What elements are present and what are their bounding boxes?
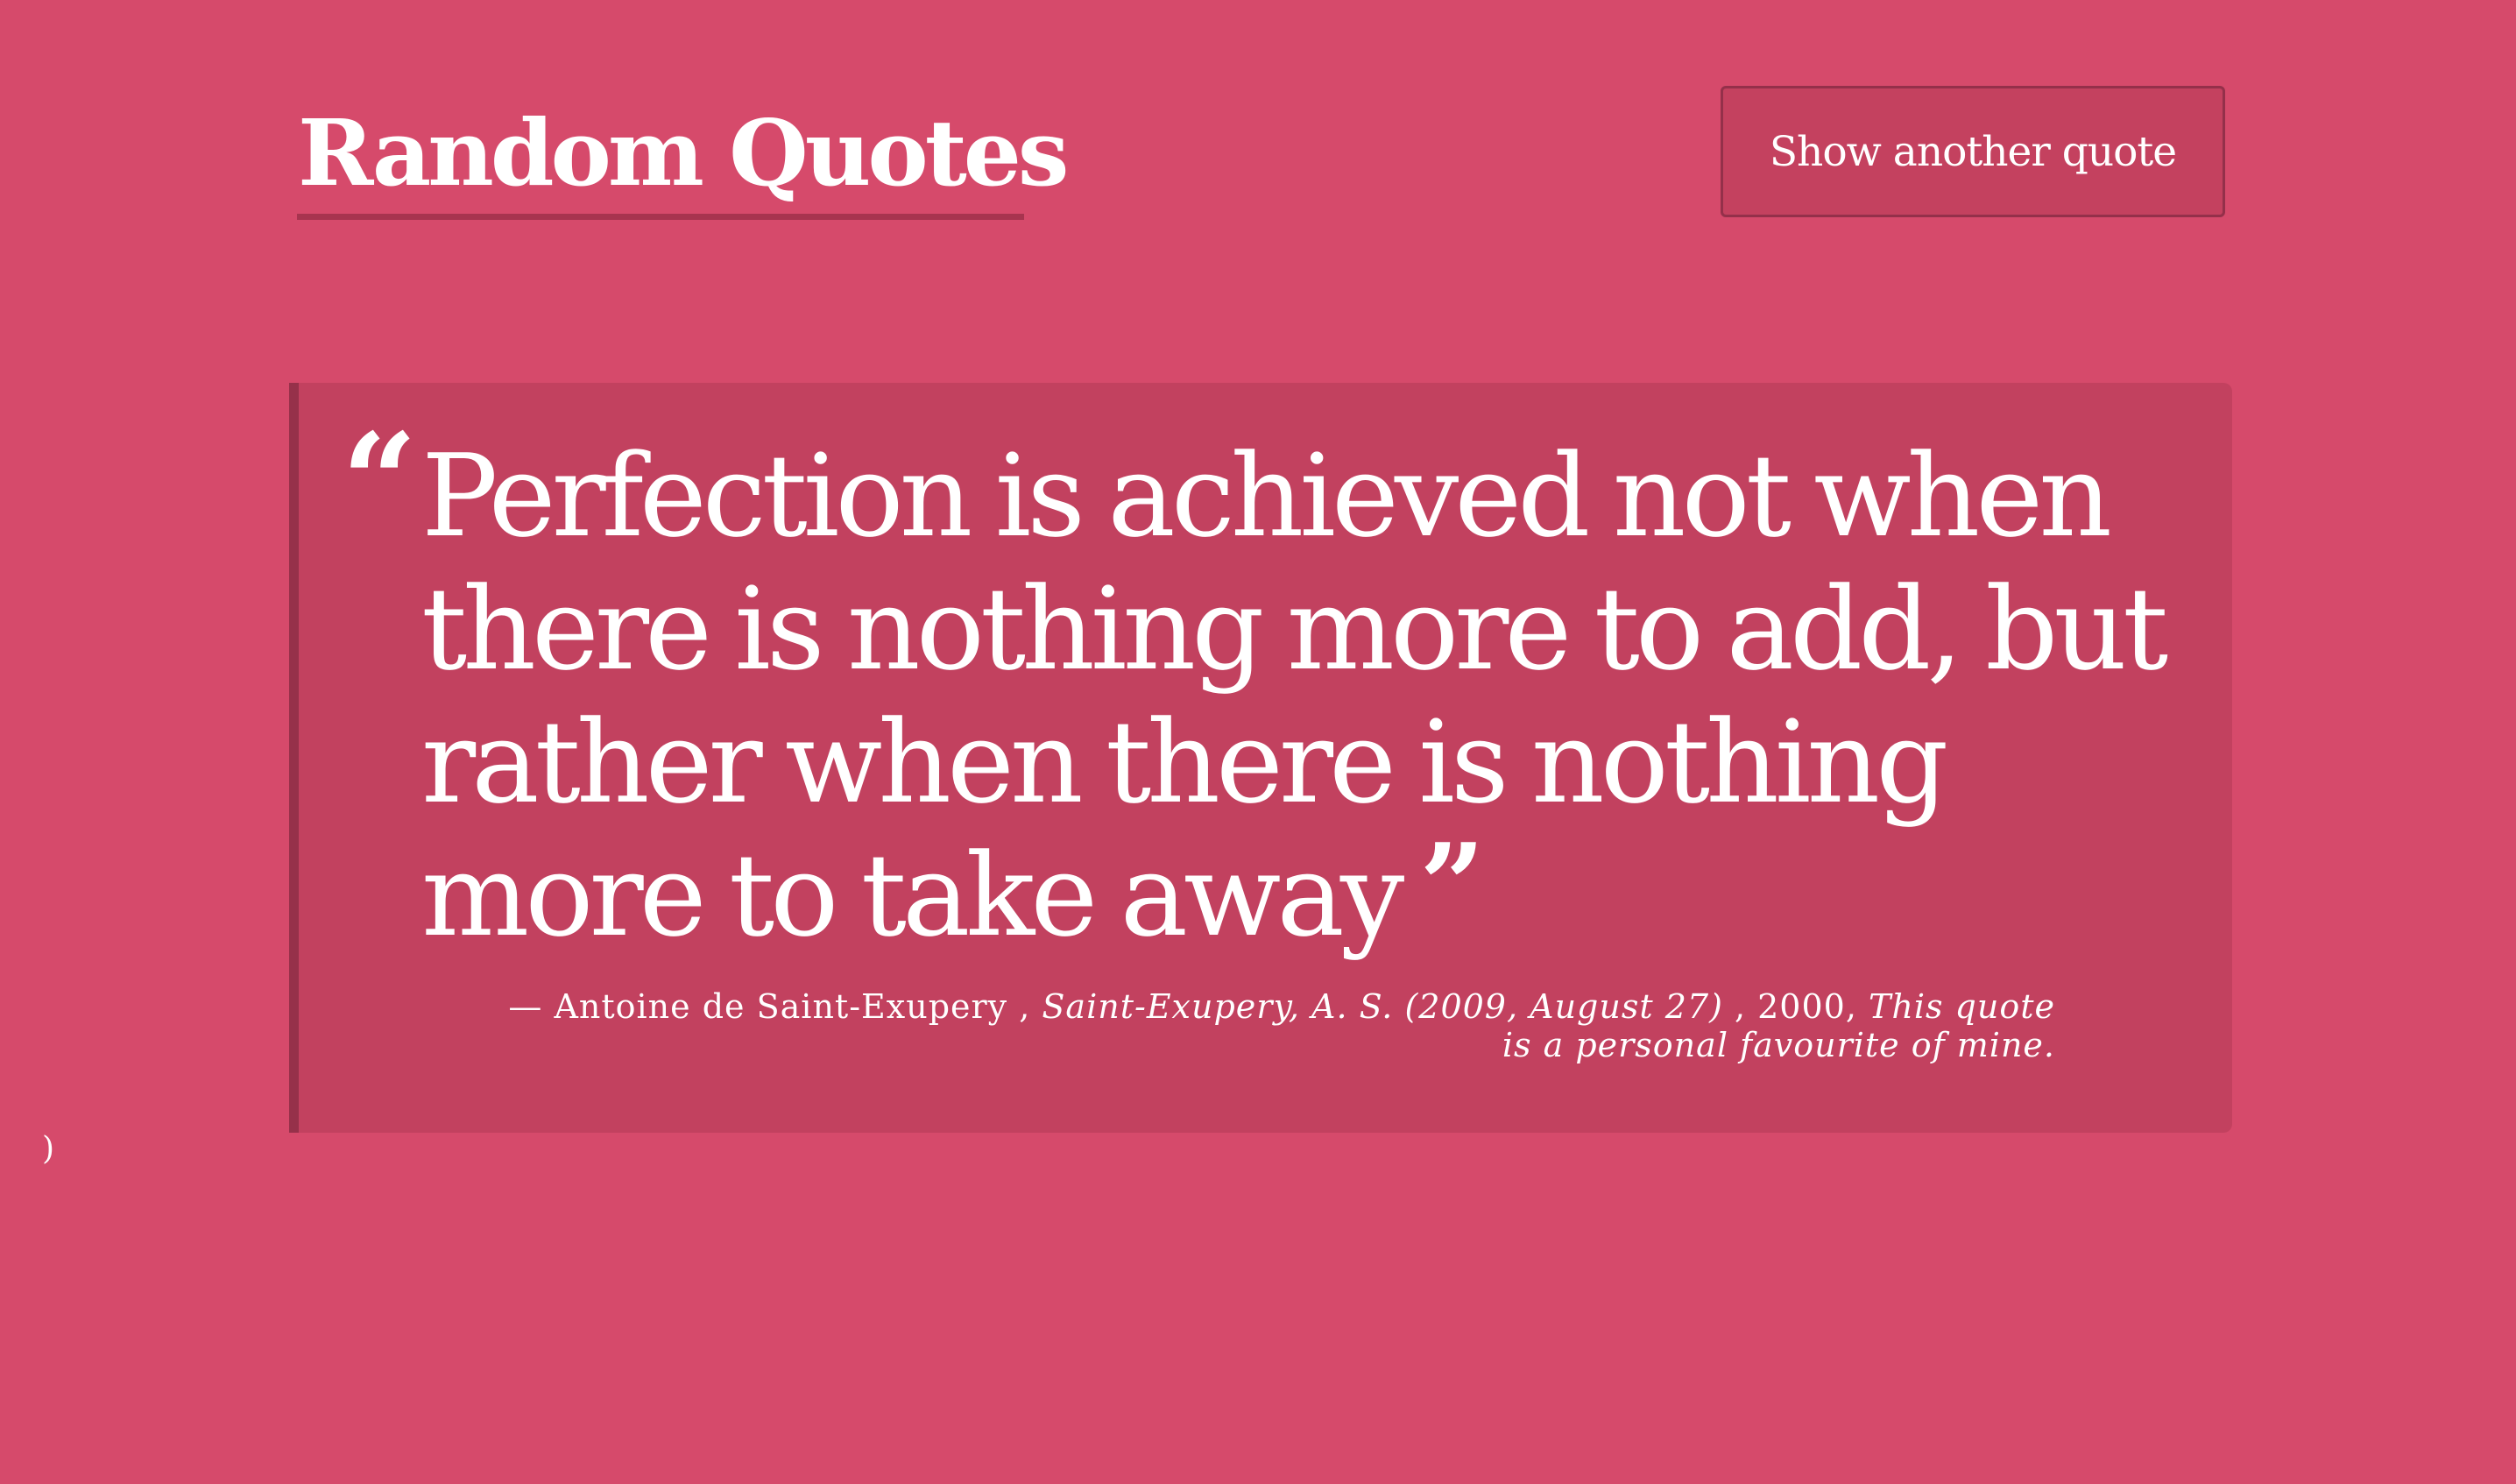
title-underline	[297, 214, 1024, 220]
quote-card: “ Perfection is achieved not when there …	[289, 383, 2232, 1133]
quote-text: Perfection is achieved not when there is…	[421, 429, 2168, 962]
quote-text-block: Perfection is achieved not when there is…	[421, 429, 2209, 962]
quote-author: Antoine de Saint-Exupery	[554, 987, 1008, 1026]
show-another-quote-button[interactable]: Show another quote	[1721, 86, 2225, 217]
quote-attribution: — Antoine de Saint-Exupery , Saint-Exupe…	[491, 987, 2055, 1064]
attribution-separator-2: , 2000,	[1722, 987, 1869, 1026]
page-title[interactable]: Random Quotes	[298, 96, 1069, 210]
open-quote-mark: “	[342, 405, 418, 559]
attribution-separator-1: ,	[1007, 987, 1042, 1026]
stray-text: )	[42, 1131, 55, 1167]
attribution-dash: —	[508, 987, 555, 1026]
quote-citation: Saint-Exupery, A. S. (2009, August 27)	[1042, 987, 1723, 1026]
close-quote-mark: ”	[1419, 818, 1485, 952]
